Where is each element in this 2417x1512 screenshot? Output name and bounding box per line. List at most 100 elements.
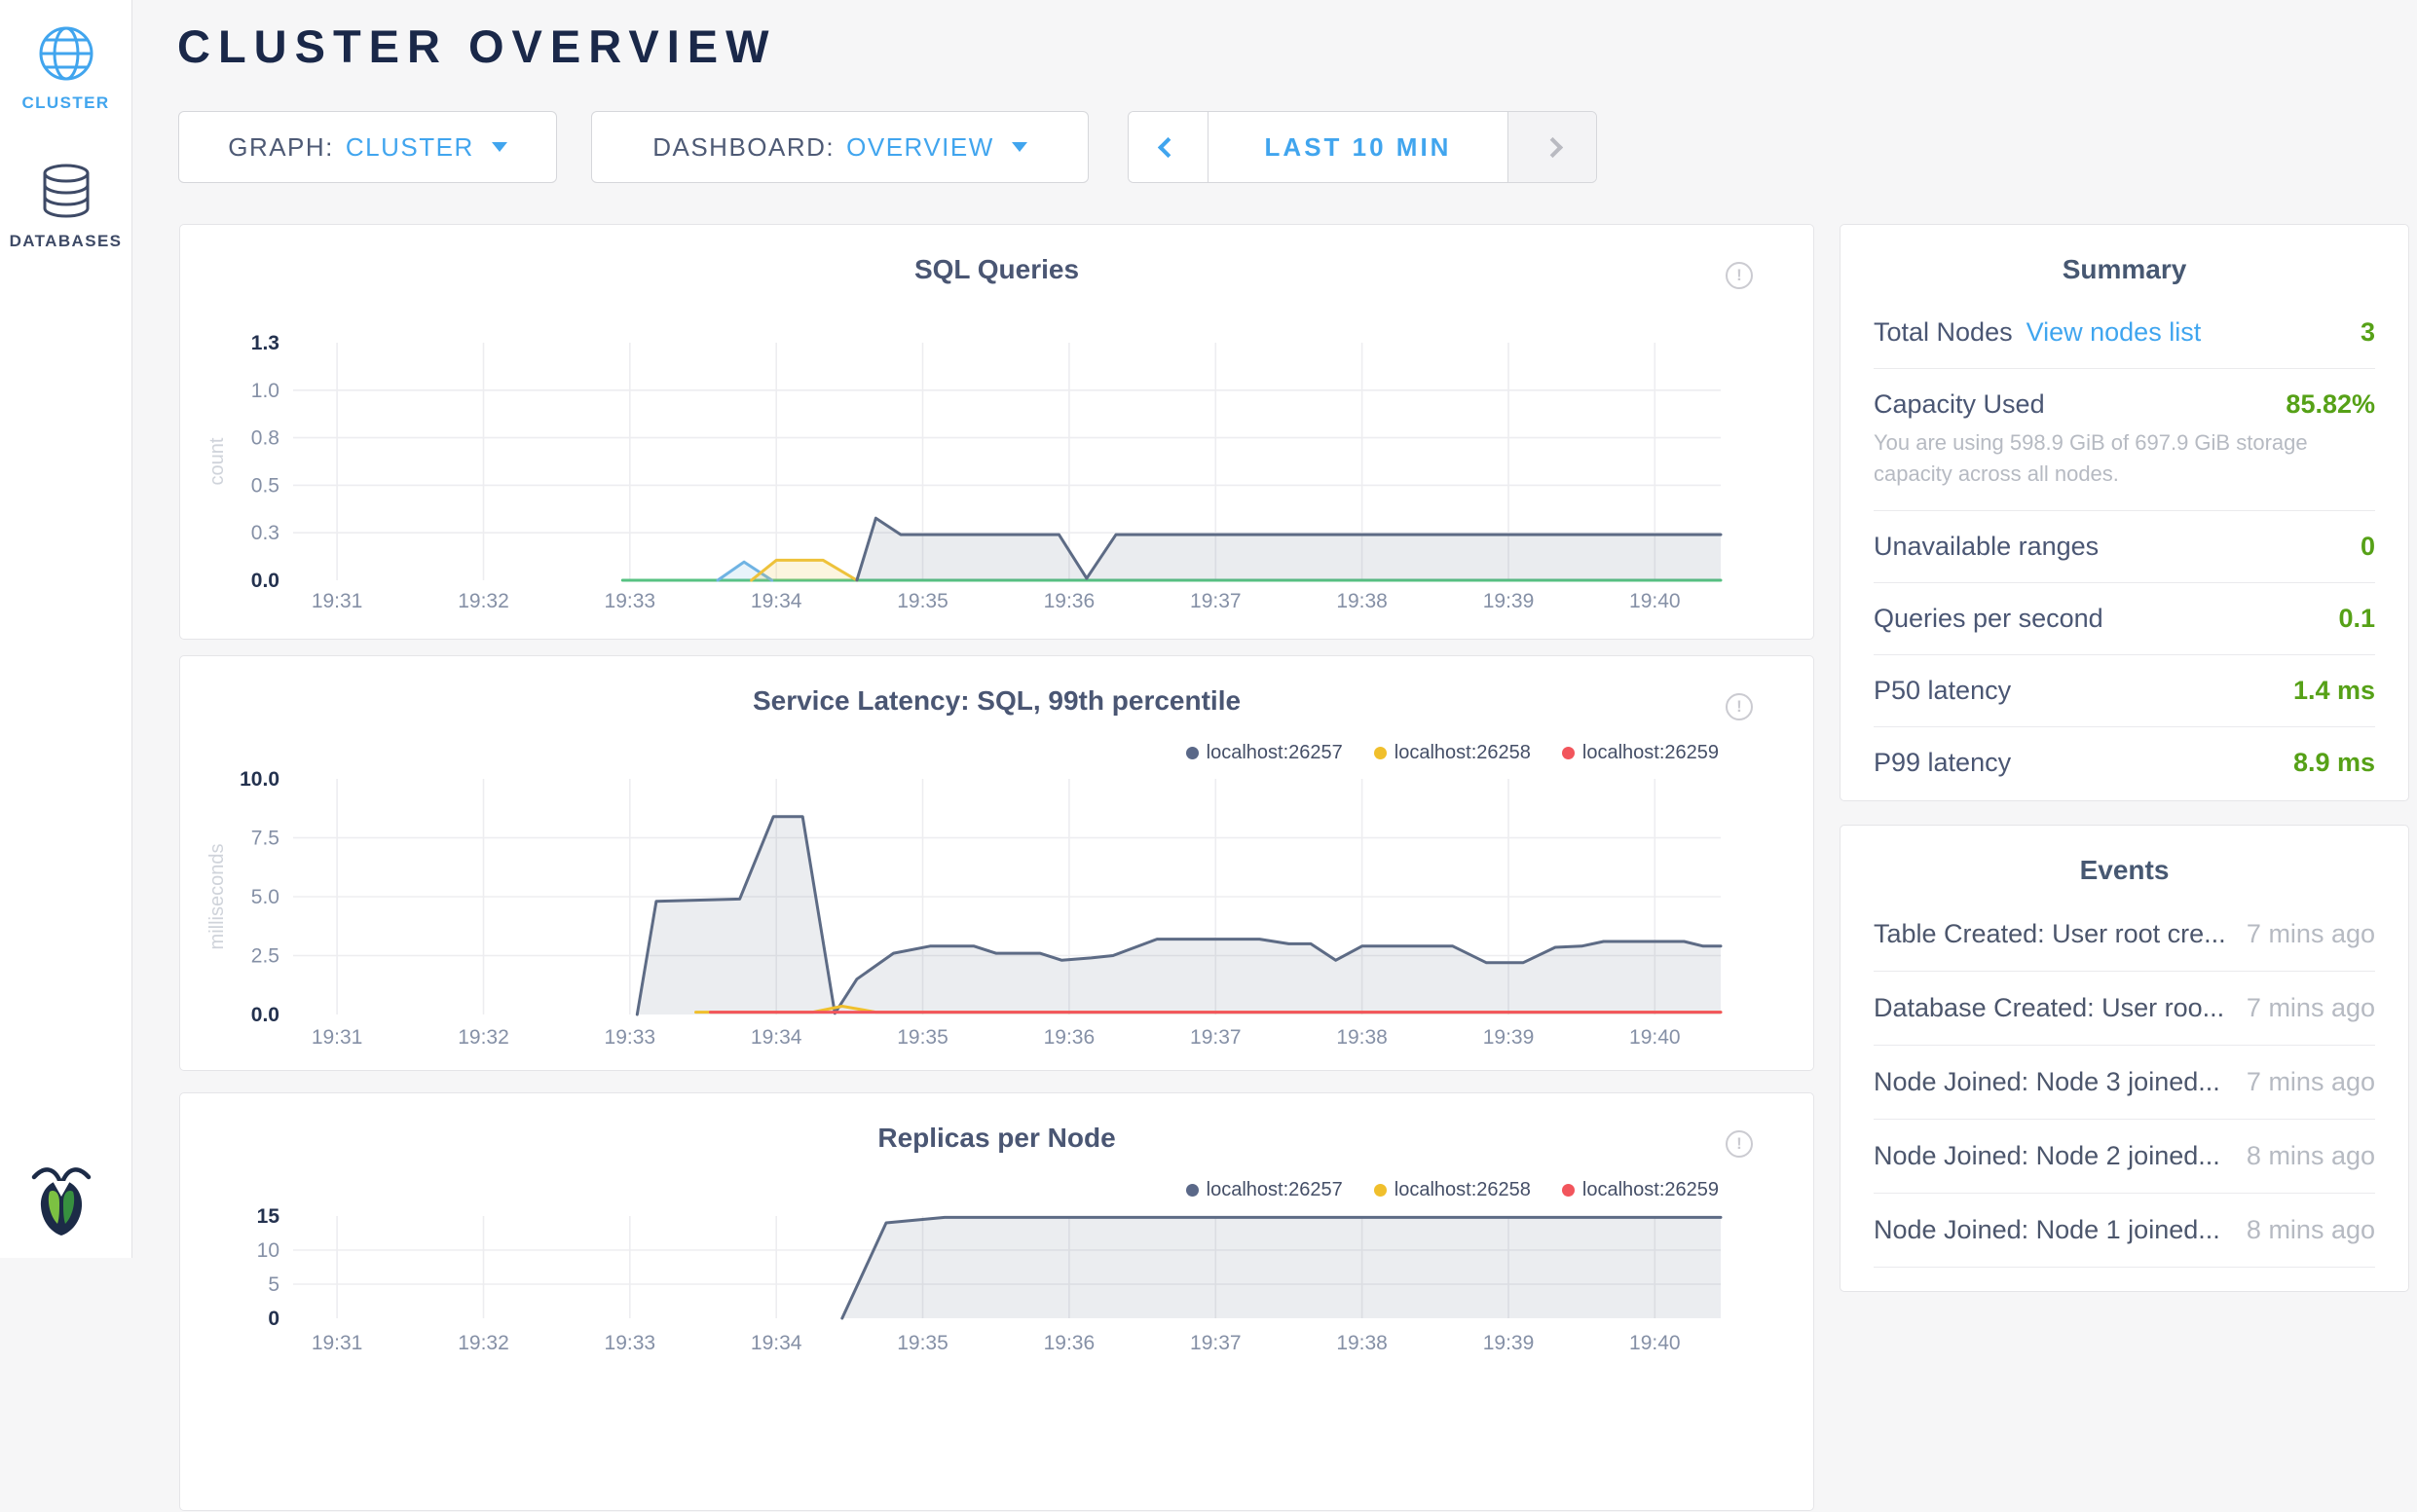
sql-queries-plot: 0.0 0.3 0.5 0.8 1.0 1.3 19:31 19:32 19:33 19:34 19… [180, 225, 1815, 641]
event-row: Node Joined: Node 3 joined... 7 mins ago [1874, 1046, 2375, 1120]
svg-text:19:37: 19:37 [1190, 590, 1242, 612]
sql-queries-chart-card: SQL Queries ! 0.00.30.50.81.01.319:3119:… [179, 224, 1814, 640]
dashboard-dropdown-value: OVERVIEW [846, 132, 994, 163]
sidebar-item-databases[interactable]: DATABASES [0, 164, 131, 251]
summary-value: 3 [2361, 317, 2375, 348]
summary-row-p99-latency: P99 latency 8.9 ms [1874, 727, 2375, 798]
event-row: Node Joined: Node 2 joined... 8 mins ago [1874, 1120, 2375, 1194]
svg-text:1.3: 1.3 [251, 332, 279, 354]
svg-text:19:37: 19:37 [1190, 1332, 1242, 1354]
graph-dropdown[interactable]: GRAPH: CLUSTER [178, 111, 557, 183]
svg-text:7.5: 7.5 [251, 828, 279, 850]
svg-text:19:40: 19:40 [1629, 1332, 1681, 1354]
svg-text:19:36: 19:36 [1044, 590, 1096, 612]
summary-value: 85.82% [2286, 389, 2375, 420]
event-row: Node Joined: Node 1 joined... 8 mins ago [1874, 1194, 2375, 1268]
svg-text:5.0: 5.0 [251, 886, 279, 908]
replicas-per-node-plot: 15 10 5 0 19:31 19:32 19:33 19:34 19:35 19:36 19:3… [180, 1093, 1815, 1512]
page-title: CLUSTER OVERVIEW [177, 19, 776, 73]
service-latency-chart-card: Service Latency: SQL, 99th percentile ! … [179, 655, 1814, 1071]
svg-text:19:35: 19:35 [897, 590, 948, 612]
svg-text:19:31: 19:31 [312, 1332, 363, 1354]
time-prev-button[interactable] [1129, 112, 1208, 182]
sidebar-item-cluster[interactable]: CLUSTER [0, 25, 131, 113]
summary-row-unavailable-ranges: Unavailable ranges 0 [1874, 511, 2375, 583]
globe-icon [38, 25, 94, 82]
svg-text:19:33: 19:33 [605, 1332, 656, 1354]
svg-text:19:38: 19:38 [1336, 590, 1388, 612]
svg-text:0.3: 0.3 [251, 522, 279, 544]
event-row: Database Created: User roo... 7 mins ago [1874, 972, 2375, 1046]
chevron-down-icon [1012, 142, 1027, 152]
service-latency-plot: 0.0 2.5 5.0 7.5 10.0 19:31 19:32 19:33 19:34 19:3… [180, 656, 1815, 1072]
sidebar: CLUSTER DATABASES [0, 0, 132, 1258]
svg-text:19:32: 19:32 [458, 1332, 509, 1354]
event-row: Table Created: User root cre... 7 mins a… [1874, 898, 2375, 972]
svg-text:10.0: 10.0 [240, 768, 279, 791]
svg-text:19:36: 19:36 [1044, 1332, 1096, 1354]
events-title: Events [1874, 855, 2375, 886]
svg-text:19:39: 19:39 [1483, 1332, 1535, 1354]
svg-text:19:37: 19:37 [1190, 1026, 1242, 1049]
svg-text:19:34: 19:34 [751, 1332, 802, 1354]
svg-text:0.8: 0.8 [251, 427, 279, 450]
time-range-label[interactable]: LAST 10 MIN [1208, 112, 1507, 182]
svg-text:19:33: 19:33 [605, 590, 656, 612]
svg-text:19:35: 19:35 [897, 1026, 948, 1049]
summary-value: 0.1 [2338, 604, 2375, 634]
summary-panel: Summary Total NodesView nodes list 3 Cap… [1840, 224, 2409, 801]
dashboard-dropdown[interactable]: DASHBOARD: OVERVIEW [591, 111, 1089, 183]
chevron-down-icon [492, 142, 507, 152]
chevron-left-icon [1158, 136, 1178, 157]
summary-row-total-nodes: Total NodesView nodes list 3 [1874, 297, 2375, 369]
svg-text:0.0: 0.0 [251, 570, 279, 592]
svg-text:10: 10 [257, 1239, 279, 1262]
svg-text:0: 0 [268, 1308, 279, 1330]
svg-text:19:34: 19:34 [751, 1026, 802, 1049]
view-nodes-list-link[interactable]: View nodes list [2027, 317, 2202, 347]
svg-text:0.5: 0.5 [251, 474, 279, 497]
svg-text:19:39: 19:39 [1483, 1026, 1535, 1049]
svg-text:15: 15 [257, 1205, 280, 1228]
chevron-right-icon [1542, 136, 1562, 157]
svg-text:5: 5 [268, 1273, 279, 1296]
svg-text:0.0: 0.0 [251, 1004, 279, 1026]
svg-text:19:33: 19:33 [605, 1026, 656, 1049]
svg-text:19:35: 19:35 [897, 1332, 948, 1354]
sidebar-item-label: DATABASES [10, 232, 123, 251]
cockroach-icon [30, 1164, 93, 1236]
svg-text:milliseconds: milliseconds [206, 844, 228, 950]
svg-text:2.5: 2.5 [251, 945, 279, 968]
replicas-per-node-chart-card: Replicas per Node ! localhost:26257 loca… [179, 1092, 1814, 1511]
dashboard-dropdown-label: DASHBOARD: [652, 132, 835, 163]
time-next-button[interactable] [1507, 112, 1596, 182]
summary-row-p50-latency: P50 latency 1.4 ms [1874, 655, 2375, 727]
events-panel: Events Table Created: User root cre... 7… [1840, 825, 2409, 1292]
time-range-selector: LAST 10 MIN [1128, 111, 1597, 183]
summary-value: 1.4 ms [2293, 676, 2375, 706]
svg-text:19:39: 19:39 [1483, 590, 1535, 612]
svg-text:19:40: 19:40 [1629, 1026, 1681, 1049]
svg-text:19:38: 19:38 [1336, 1332, 1388, 1354]
graph-dropdown-label: GRAPH: [228, 132, 334, 163]
svg-text:19:38: 19:38 [1336, 1026, 1388, 1049]
svg-text:19:31: 19:31 [312, 1026, 363, 1049]
sidebar-item-label: CLUSTER [21, 93, 109, 113]
capacity-subtext: You are using 598.9 GiB of 697.9 GiB sto… [1874, 427, 2375, 490]
summary-value: 0 [2361, 532, 2375, 562]
svg-text:19:34: 19:34 [751, 590, 802, 612]
summary-value: 8.9 ms [2293, 748, 2375, 778]
svg-text:19:32: 19:32 [458, 590, 509, 612]
summary-row-capacity-used: Capacity Used 85.82% You are using 598.9… [1874, 369, 2375, 511]
cockroach-logo[interactable] [30, 1164, 93, 1236]
database-icon [40, 164, 93, 220]
summary-title: Summary [1874, 254, 2375, 285]
graph-dropdown-value: CLUSTER [346, 132, 474, 163]
summary-row-queries-per-second: Queries per second 0.1 [1874, 583, 2375, 655]
svg-text:19:32: 19:32 [458, 1026, 509, 1049]
svg-text:1.0: 1.0 [251, 380, 279, 402]
svg-text:19:31: 19:31 [312, 590, 363, 612]
svg-text:19:40: 19:40 [1629, 590, 1681, 612]
svg-text:19:36: 19:36 [1044, 1026, 1096, 1049]
svg-text:count: count [206, 437, 228, 485]
